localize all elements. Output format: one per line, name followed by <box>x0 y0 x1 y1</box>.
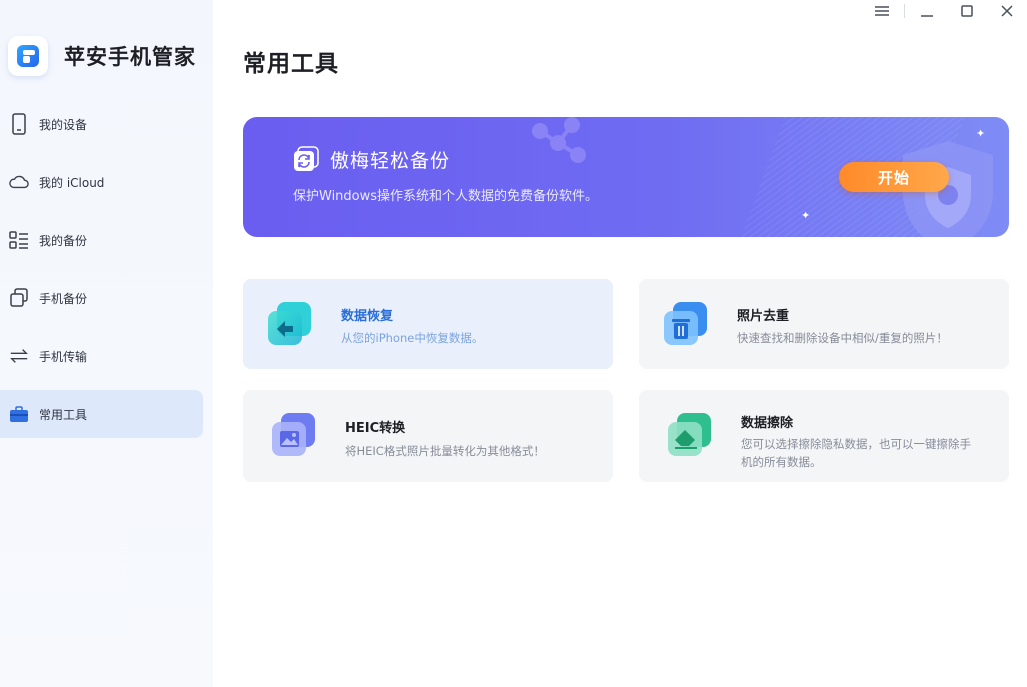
tool-card-title: HEIC转换 <box>345 421 406 436</box>
promo-banner[interactable]: ✦ ✦ 傲梅轻松备份 保护Windows操作系统和个人数据的免费备份软件。 开始 <box>243 117 1009 237</box>
backup-sync-icon <box>293 146 319 176</box>
tool-card-desc: 从您的iPhone中恢复数据。 <box>341 331 484 345</box>
cloud-icon <box>9 172 29 192</box>
menu-icon[interactable] <box>862 0 902 22</box>
copy-icon <box>9 288 29 308</box>
sidebar-item-label: 手机传输 <box>39 349 88 364</box>
tool-card-desc: 将HEIC格式照片批量转化为其他格式！ <box>345 444 545 458</box>
banner-title: 傲梅轻松备份 <box>330 150 451 172</box>
sidebar-item-phone-transfer[interactable]: 手机传输 <box>0 332 213 380</box>
banner-subtitle: 保护Windows操作系统和个人数据的免费备份软件。 <box>293 189 599 204</box>
tool-card-desc: 快速查找和删除设备中相似/重复的照片！ <box>737 331 948 345</box>
molecule-decoration-icon <box>532 117 586 163</box>
sidebar-item-label: 手机备份 <box>39 291 88 306</box>
photo-dedup-icon <box>661 299 711 349</box>
window-controls-divider <box>904 4 905 18</box>
heic-convert-icon <box>269 410 319 460</box>
tool-card-photo-dedup[interactable]: 照片去重 快速查找和删除设备中相似/重复的照片！ <box>639 279 1009 369</box>
tool-card-title: 数据恢复 <box>341 309 394 324</box>
tool-card-data-recovery[interactable]: 数据恢复 从您的iPhone中恢复数据。 <box>243 279 613 369</box>
sidebar-item-my-device[interactable]: 我的设备 <box>0 100 213 148</box>
tool-card-desc: 您可以选择擦除隐私数据，也可以一键擦除手 机的所有数据。 <box>741 435 991 471</box>
app-logo-icon <box>8 36 48 76</box>
sidebar-item-my-icloud[interactable]: 我的 iCloud <box>0 158 213 206</box>
transfer-icon <box>9 346 29 366</box>
toolbox-icon <box>9 404 29 424</box>
tool-card-desc-line: 您可以选择擦除隐私数据，也可以一键擦除手 <box>741 437 971 451</box>
maximize-icon[interactable] <box>947 0 987 22</box>
app-window: 苹安手机管家 我的设备 我的 iCloud 我的备份 手机备份 手机传输 常用工… <box>0 0 1027 687</box>
phone-icon <box>9 113 29 135</box>
page-title: 常用工具 <box>243 51 339 77</box>
sidebar-item-label: 我的设备 <box>39 117 88 132</box>
sidebar-nav: 我的设备 我的 iCloud 我的备份 手机备份 手机传输 常用工具 <box>0 100 213 448</box>
data-erase-icon <box>665 410 715 460</box>
banner-start-button[interactable]: 开始 <box>839 162 949 192</box>
tool-card-data-erase[interactable]: 数据擦除 您可以选择擦除隐私数据，也可以一键擦除手 机的所有数据。 <box>639 390 1009 482</box>
sidebar-item-label: 常用工具 <box>39 407 88 422</box>
sidebar-item-my-backup[interactable]: 我的备份 <box>0 216 213 264</box>
window-controls <box>862 0 1027 22</box>
tool-card-heic-convert[interactable]: HEIC转换 将HEIC格式照片批量转化为其他格式！ <box>243 390 613 482</box>
sparkle-icon: ✦ <box>801 209 811 222</box>
sparkle-icon: ✦ <box>976 127 986 140</box>
minimize-icon[interactable] <box>907 0 947 22</box>
sidebar-item-common-tools[interactable]: 常用工具 <box>0 390 203 438</box>
sidebar-item-phone-backup[interactable]: 手机备份 <box>0 274 213 322</box>
app-name: 苹安手机管家 <box>64 45 196 69</box>
brand: 苹安手机管家 <box>8 36 196 76</box>
tool-card-desc-line: 机的所有数据。 <box>741 455 822 469</box>
sidebar-item-label: 我的 iCloud <box>39 175 105 190</box>
backup-list-icon <box>9 230 29 250</box>
tool-card-title: 照片去重 <box>737 309 790 324</box>
data-recovery-icon <box>265 299 315 349</box>
sidebar-item-label: 我的备份 <box>39 233 88 248</box>
tool-card-title: 数据擦除 <box>741 416 794 431</box>
close-icon[interactable] <box>987 0 1027 22</box>
sidebar: 苹安手机管家 我的设备 我的 iCloud 我的备份 手机备份 手机传输 常用工… <box>0 0 213 687</box>
